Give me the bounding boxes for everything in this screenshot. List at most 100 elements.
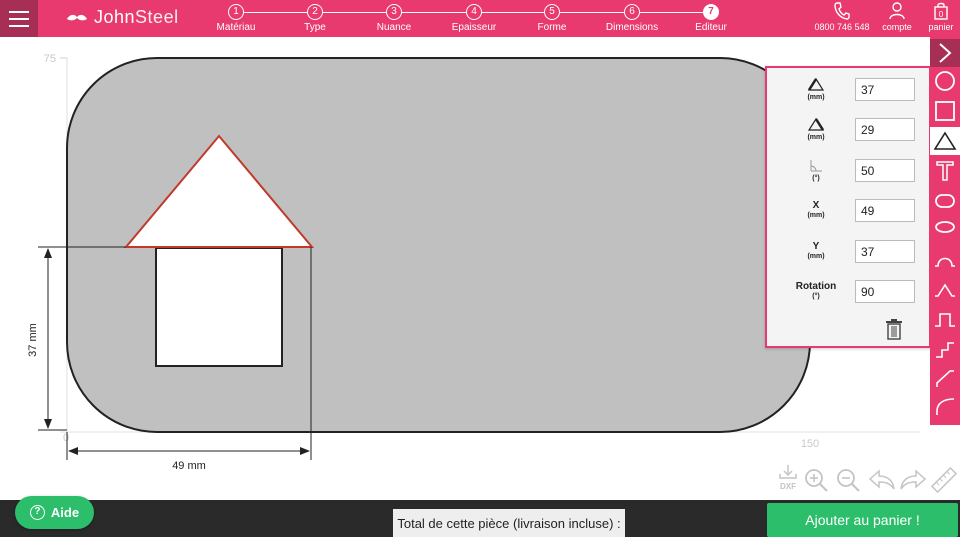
- mustache-icon: [67, 14, 87, 20]
- triangle-side-b-icon: [807, 117, 825, 131]
- step-epaisseur[interactable]: 4 Epaisseur: [444, 4, 504, 33]
- prop-unit: (°): [812, 293, 820, 300]
- step-icon[interactable]: [930, 305, 960, 333]
- prop-label-text: X: [812, 200, 820, 211]
- add-to-cart-button[interactable]: Ajouter au panier !: [767, 503, 958, 537]
- square-icon[interactable]: [930, 97, 960, 125]
- step-materiau[interactable]: 1 Matériau: [206, 4, 266, 33]
- prop-label-rotation: Rotation (°): [785, 281, 847, 300]
- step-label: Forme: [537, 22, 567, 33]
- prop-row-side-b: (mm): [767, 116, 933, 146]
- step-dimensions[interactable]: 6 Dimensions: [602, 4, 662, 33]
- collapse-arrow-icon[interactable]: [930, 39, 960, 67]
- user-icon: [889, 2, 905, 20]
- download-dxf-icon[interactable]: DXF: [777, 464, 799, 497]
- rotation-input[interactable]: [855, 280, 915, 303]
- prop-label-side-b: (mm): [785, 117, 847, 141]
- triangle-icon[interactable]: [930, 127, 960, 155]
- side-a-input[interactable]: [855, 78, 915, 101]
- peak-icon[interactable]: [930, 275, 960, 303]
- y-input[interactable]: [855, 240, 915, 263]
- logo[interactable]: John Steel: [66, 7, 179, 28]
- step-number: 4: [466, 4, 482, 20]
- step-number: 2: [307, 4, 323, 20]
- help-button[interactable]: ? Aide: [15, 496, 94, 529]
- triangle-side-a-icon: [807, 77, 825, 91]
- logo-text-john: John: [94, 7, 136, 27]
- x-input[interactable]: [855, 199, 915, 222]
- x-tick-label-end: 150: [801, 438, 819, 450]
- undo-icon[interactable]: [868, 469, 896, 496]
- step-type[interactable]: 2 Type: [285, 4, 345, 33]
- y-tick-label-top: 75: [44, 53, 56, 65]
- account-label: compte: [882, 22, 912, 32]
- account-link[interactable]: compte: [879, 2, 915, 32]
- prop-label-text: Y: [812, 241, 820, 252]
- prop-unit: (mm): [807, 94, 825, 101]
- stadium-icon[interactable]: [930, 187, 960, 215]
- dim-v-arrow-bottom: [44, 419, 52, 429]
- prop-row-rotation: Rotation (°): [767, 278, 933, 308]
- help-label: Aide: [50, 505, 80, 520]
- side-b-input[interactable]: [855, 118, 915, 141]
- cart-label: panier: [928, 22, 954, 32]
- shape-toolbar: [930, 37, 960, 425]
- prop-row-x: X (mm): [767, 197, 933, 227]
- step-number: 1: [228, 4, 244, 20]
- phone-link[interactable]: 0800 746 548: [814, 2, 870, 32]
- stair-icon[interactable]: [930, 335, 960, 363]
- corner-icon[interactable]: [930, 365, 960, 393]
- step-number: 3: [386, 4, 402, 20]
- dxf-label: DXF: [780, 482, 796, 491]
- step-label: Dimensions: [605, 22, 659, 33]
- logo-text-steel: Steel: [135, 7, 179, 27]
- phone-icon: [834, 2, 850, 20]
- dim-h-label: 49 mm: [172, 460, 206, 472]
- prop-unit: (°): [812, 175, 820, 182]
- step-nuance[interactable]: 3 Nuance: [364, 4, 424, 33]
- prop-unit: (mm): [807, 212, 825, 219]
- prop-label-y: Y (mm): [785, 241, 847, 260]
- prop-label-angle: (°): [785, 159, 847, 182]
- arc-icon[interactable]: [930, 245, 960, 273]
- text-t-icon[interactable]: [930, 157, 960, 185]
- step-label: Epaisseur: [451, 22, 497, 33]
- prop-label-x: X (mm): [785, 200, 847, 219]
- step-progress: 1 Matériau 2 Type 3 Nuance 4 Epaisseur 5 Form…: [216, 0, 736, 37]
- step-label: Editeur: [695, 22, 727, 33]
- prop-row-side-a: (mm): [767, 76, 933, 106]
- circle-icon[interactable]: [930, 67, 960, 95]
- cart-bag-icon: 0: [934, 2, 948, 20]
- step-editeur[interactable]: 7 Editeur: [681, 4, 741, 33]
- dim-h-arrow-left: [68, 447, 78, 455]
- redo-icon[interactable]: [899, 469, 927, 496]
- hamburger-menu-icon[interactable]: [0, 0, 38, 37]
- origin-tick-label: 0: [63, 432, 69, 444]
- top-bar: John Steel 1 Matériau 2 Type 3 Nuance 4 Epais…: [0, 0, 960, 37]
- curve-corner-icon[interactable]: [930, 393, 960, 421]
- prop-row-y: Y (mm): [767, 238, 933, 268]
- canvas-tools: DXF: [775, 464, 960, 496]
- dim-v-label: 37 mm: [27, 323, 39, 357]
- step-label: Nuance: [376, 22, 412, 33]
- zoom-in-icon[interactable]: [803, 467, 829, 498]
- angle-input[interactable]: [855, 159, 915, 182]
- step-number: 7: [703, 4, 719, 20]
- cart-link[interactable]: 0 panier: [925, 2, 957, 32]
- ruler-icon[interactable]: [930, 466, 958, 498]
- square-cutout: [155, 247, 283, 367]
- trash-icon[interactable]: [885, 318, 903, 345]
- dim-h-arrow-right: [300, 447, 310, 455]
- step-number: 6: [624, 4, 640, 20]
- phone-number: 0800 746 548: [814, 22, 870, 32]
- cart-count: 0: [939, 10, 944, 19]
- ellipse-icon[interactable]: [930, 213, 960, 241]
- dim-v-arrow-top: [44, 248, 52, 258]
- prop-unit: (mm): [807, 134, 825, 141]
- step-forme[interactable]: 5 Forme: [522, 4, 582, 33]
- shape-properties-panel: (mm) (mm) (°) X (mm) Y (mm) Rotation: [765, 66, 931, 348]
- question-icon: ?: [29, 505, 45, 520]
- prop-label-side-a: (mm): [785, 77, 847, 101]
- zoom-out-icon[interactable]: [835, 467, 861, 498]
- prop-row-angle: (°): [767, 157, 933, 187]
